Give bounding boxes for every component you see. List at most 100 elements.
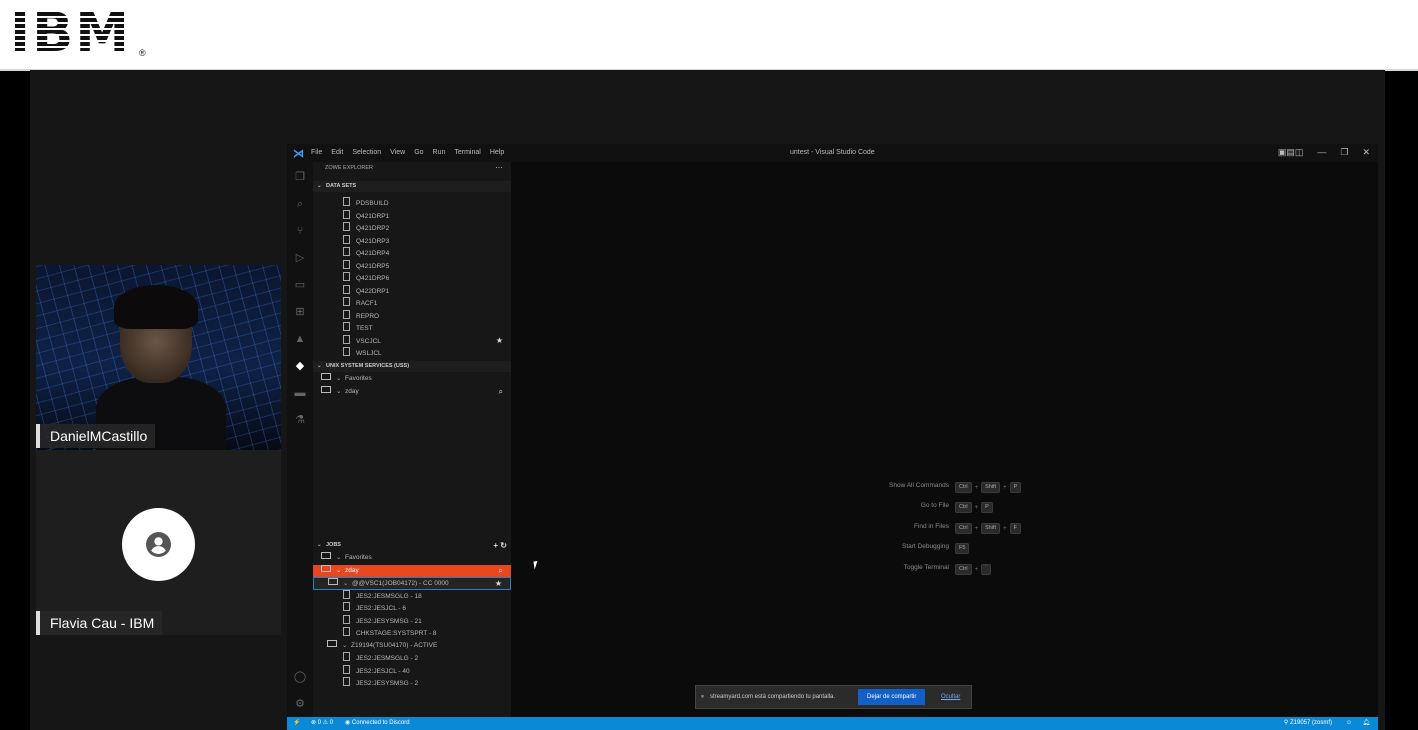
menu-help[interactable]: Help bbox=[490, 149, 504, 156]
sidebar-title-text: ZOWE EXPLORER bbox=[325, 165, 373, 171]
key: F5 bbox=[955, 543, 970, 554]
status-bar: ⚡ ⊗ 0 ⚠ 0 ◉ Connected to Discord ⚲ Z1905… bbox=[287, 717, 1378, 730]
menu-edit[interactable]: Edit bbox=[331, 149, 343, 156]
shortcut-row: Find in Files Ctrl + Shift + F bbox=[861, 523, 1231, 535]
editor-area[interactable]: Show All Commands Ctrl + Shift + P Go to Fil… bbox=[511, 162, 1378, 717]
notifications-icon[interactable]: 🔔︎ bbox=[1362, 717, 1370, 730]
minimize-icon[interactable]: — bbox=[1317, 147, 1326, 158]
jobs-section[interactable]: ⌄ JOBS + ↻ bbox=[313, 540, 511, 551]
job-label: @@VSC1(JOB04172) - CC 0000 bbox=[352, 580, 449, 587]
chevron-down-icon: ⌄ bbox=[336, 554, 342, 561]
menu-selection[interactable]: Selection bbox=[352, 149, 381, 156]
azure-icon[interactable]: ▲ bbox=[293, 332, 307, 346]
list-item[interactable]: RACF1 bbox=[313, 297, 511, 310]
remote-explorer-icon[interactable]: ▭ bbox=[293, 278, 307, 292]
discord-status-text: Connected to Discord bbox=[351, 720, 410, 726]
zowe-profile-status[interactable]: ⚲ Z19057 (zosmf) bbox=[1284, 717, 1332, 730]
feedback-icon[interactable]: ☺ bbox=[1346, 717, 1352, 730]
vscode-window: ⋊ File Edit Selection View Go Run Termin… bbox=[287, 144, 1378, 730]
more-icon[interactable]: ··· bbox=[495, 162, 503, 175]
search-icon[interactable]: ⌕ bbox=[293, 197, 307, 211]
uss-section[interactable]: ⌄ UNIX SYSTEM SERVICES (USS) bbox=[313, 361, 511, 372]
list-item[interactable]: TEST bbox=[313, 322, 511, 335]
close-icon[interactable]: ✕ bbox=[1362, 147, 1370, 158]
menu-run[interactable]: Run bbox=[433, 149, 446, 156]
add-refresh-icons[interactable]: + ↻ bbox=[493, 540, 507, 551]
list-item[interactable]: Q421DRP4 bbox=[313, 247, 511, 260]
list-item[interactable]: Q421DRP1 bbox=[313, 210, 511, 223]
testing-icon[interactable]: ⚗ bbox=[293, 413, 307, 427]
docker-icon[interactable]: ▬ bbox=[293, 386, 307, 400]
shortcut-row: Toggle Terminal Ctrl + ` bbox=[861, 564, 1231, 576]
shortcut-label: Show All Commands bbox=[889, 482, 949, 489]
list-item[interactable]: Q422DRP1 bbox=[313, 285, 511, 298]
list-item[interactable]: REPRO bbox=[313, 310, 511, 323]
restore-icon[interactable]: ❐ bbox=[1340, 147, 1348, 158]
header-bar: IBM ® bbox=[0, 0, 1418, 71]
chevron-down-icon: ⌄ bbox=[317, 183, 322, 189]
hide-link[interactable]: Ocultar bbox=[941, 686, 960, 708]
menu-view[interactable]: View bbox=[390, 149, 405, 156]
search-icon[interactable]: ⌕ bbox=[499, 565, 503, 578]
menu-file[interactable]: File bbox=[311, 149, 322, 156]
list-item[interactable]: Q421DRP6 bbox=[313, 272, 511, 285]
menu-go[interactable]: Go bbox=[414, 149, 423, 156]
menu-terminal[interactable]: Terminal bbox=[454, 149, 480, 156]
settings-gear-icon[interactable]: ⚙ bbox=[293, 697, 307, 711]
spool-item[interactable]: CHKSTAGE:SYSTSPRT - 8 bbox=[313, 627, 511, 640]
list-item-label: VSCJCL bbox=[356, 337, 381, 345]
stop-sharing-button[interactable]: Dejar de compartir bbox=[858, 689, 926, 705]
participant-tile-2: Flavia Cau - IBM bbox=[36, 450, 281, 635]
menu-bar: File Edit Selection View Go Run Terminal… bbox=[311, 149, 504, 156]
star-icon[interactable]: ★ bbox=[496, 335, 503, 348]
shortcut-label: Go to File bbox=[920, 502, 949, 509]
list-item-selected[interactable]: ⌄ zday ⌕ bbox=[313, 564, 511, 578]
list-item[interactable]: Q421DRP5 bbox=[313, 260, 511, 273]
zowe-profile-text: Z19057 (zosmf) bbox=[1289, 720, 1332, 726]
key: Shift bbox=[981, 523, 1001, 534]
trademark-mark: ® bbox=[139, 48, 146, 58]
chevron-down-icon: ⌄ bbox=[317, 363, 322, 369]
list-item[interactable]: WSLJCL bbox=[313, 347, 511, 360]
key: Ctrl bbox=[955, 502, 972, 513]
user-icon bbox=[146, 532, 171, 557]
problems-indicator[interactable]: ⊗ 0 ⚠ 0 bbox=[311, 717, 333, 730]
source-control-icon[interactable]: ⑂ bbox=[293, 224, 307, 238]
layout-icon[interactable]: ▣▤◫ bbox=[1278, 147, 1304, 158]
zowe-icon[interactable]: ◆ bbox=[293, 359, 307, 373]
discord-status[interactable]: ◉ Connected to Discord bbox=[345, 717, 410, 730]
list-item[interactable]: ⌄ Favorites bbox=[313, 373, 511, 386]
chevron-down-icon: ⌄ bbox=[342, 641, 348, 649]
list-item[interactable]: ⌄ zday ⌕ bbox=[313, 386, 511, 399]
account-icon[interactable]: ◯ bbox=[293, 670, 307, 684]
explorer-icon[interactable]: ❐ bbox=[293, 170, 307, 184]
spool-item[interactable]: JES2:JESMSGLG - 18 bbox=[313, 590, 511, 603]
spool-item[interactable]: JES2:JESYSMSG - 21 bbox=[313, 615, 511, 628]
list-item[interactable]: PDSBUILD bbox=[313, 197, 511, 210]
list-item-label: zday bbox=[345, 566, 359, 574]
remote-icon[interactable]: ⚡ bbox=[293, 717, 300, 730]
chevron-down-icon: ⌄ bbox=[317, 542, 322, 548]
chevron-down-icon: ⌄ bbox=[336, 566, 342, 574]
mouse-cursor bbox=[533, 560, 543, 570]
key: ` bbox=[981, 564, 991, 575]
share-notice-text: streamyard.com está compartiendo tu pant… bbox=[710, 694, 836, 700]
search-icon[interactable]: ⌕ bbox=[499, 386, 503, 399]
job-item[interactable]: ⌄ @@VSC1(JOB04172) - CC 0000 ★ bbox=[313, 577, 511, 590]
key: Ctrl bbox=[955, 523, 972, 534]
spool-item[interactable]: JES2:JESYSMSG - 2 bbox=[313, 677, 511, 690]
extensions-icon[interactable]: ⊞ bbox=[293, 305, 307, 319]
job-item[interactable]: ⌄ Z19194(TSU04170) - ACTIVE bbox=[313, 640, 511, 653]
list-item[interactable]: VSCJCL ★ bbox=[313, 335, 511, 348]
key: Ctrl bbox=[955, 482, 972, 493]
run-debug-icon[interactable]: ▷ bbox=[293, 251, 307, 265]
spool-item[interactable]: JES2:JESMSGLG - 2 bbox=[313, 652, 511, 665]
spool-item[interactable]: JES2:JESJCL - 6 bbox=[313, 602, 511, 615]
data-sets-section[interactable]: ⌄ DATA SETS bbox=[313, 181, 511, 192]
list-item[interactable]: ⌄ Favorites bbox=[313, 552, 511, 565]
spool-item[interactable]: JES2:JESJCL - 40 bbox=[313, 665, 511, 678]
list-item[interactable]: Q421DRP2 bbox=[313, 222, 511, 235]
list-item-label: Favorites bbox=[345, 554, 372, 561]
list-item[interactable]: Q421DRP3 bbox=[313, 235, 511, 248]
key: F bbox=[1009, 523, 1021, 534]
